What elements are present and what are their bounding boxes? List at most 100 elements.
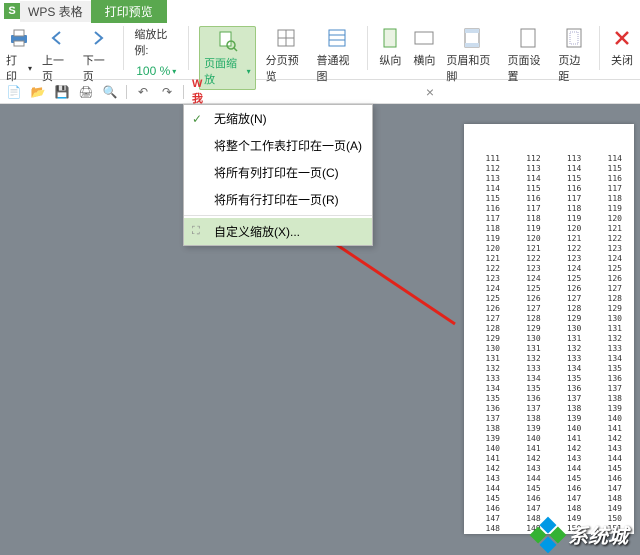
separator [599, 26, 600, 70]
table-row: 145146147148 [476, 494, 622, 504]
separator [184, 215, 372, 216]
check-icon: ✓ [192, 112, 206, 126]
page-zoom-dropdown: ✓ 无缩放(N) 将整个工作表打印在一页(A) 将所有列打印在一页(C) 将所有… [183, 104, 373, 246]
zoom-value[interactable]: 100 %▾ [136, 64, 176, 78]
page-zoom-icon [215, 29, 239, 53]
close-icon [610, 26, 634, 50]
tab-print-preview[interactable]: 打印预览 [91, 0, 167, 23]
separator [367, 26, 368, 70]
print-preview-page: 1111121131141121131141151131141151161141… [464, 124, 634, 534]
table-row: 127128129130 [476, 314, 622, 324]
tab-close-button[interactable]: × [426, 84, 434, 100]
dd-item-fit-sheet[interactable]: 将整个工作表打印在一页(A) [184, 132, 372, 159]
dd-label: 无缩放(N) [214, 110, 267, 127]
app-name: WPS 表格 [20, 1, 91, 22]
table-row: 144145146147 [476, 484, 622, 494]
watermark-logo-icon [528, 515, 568, 555]
table-row: 120121122123 [476, 244, 622, 254]
watermark-text: 系统城 [568, 520, 628, 549]
new-icon[interactable]: 📄 [6, 84, 22, 100]
table-row: 119120121122 [476, 234, 622, 244]
printer-icon [7, 26, 31, 50]
margins-button[interactable]: 页边距 [558, 26, 589, 84]
dd-item-no-zoom[interactable]: ✓ 无缩放(N) [184, 105, 372, 132]
print-label: 打印▾ [6, 52, 32, 84]
table-icon [325, 26, 349, 50]
landscape-icon [412, 26, 436, 50]
watermark: 系统城 [534, 520, 628, 549]
page-break-button[interactable]: 分页预览 [266, 26, 307, 84]
table-row: 112113114115 [476, 164, 622, 174]
table-row: 114115116117 [476, 184, 622, 194]
separator [183, 85, 184, 99]
expand-icon: ⛶ [192, 225, 206, 238]
print-icon[interactable]: 🖨 [78, 84, 94, 100]
normal-view-button[interactable]: 普通视图 [317, 26, 358, 84]
header-footer-icon [460, 26, 484, 50]
page-setup-label: 页面设置 [508, 52, 549, 84]
table-row: 117118119120 [476, 214, 622, 224]
table-row: 141142143144 [476, 454, 622, 464]
header-footer-label: 页眉和页脚 [446, 52, 497, 84]
table-row: 138139140141 [476, 424, 622, 434]
table-row: 146147148149 [476, 504, 622, 514]
table-row: 136137138139 [476, 404, 622, 414]
margins-label: 页边距 [558, 52, 589, 84]
prev-label: 上一页 [42, 52, 73, 84]
zoom-label: 缩放比例: [134, 26, 178, 58]
dd-label: 将所有列打印在一页(C) [214, 164, 339, 181]
next-label: 下一页 [83, 52, 114, 84]
table-row: 132133134135 [476, 364, 622, 374]
table-row: 125126127128 [476, 294, 622, 304]
page-setup-button[interactable]: 页面设置 [508, 26, 549, 84]
table-row: 137138139140 [476, 414, 622, 424]
table-row: 135136137138 [476, 394, 622, 404]
titlebar: S WPS 表格 打印预览 [0, 0, 640, 22]
portrait-button[interactable]: 纵向 [378, 26, 402, 68]
preview-icon[interactable]: 🔍 [102, 84, 118, 100]
redo-icon[interactable]: ↷ [159, 84, 175, 100]
dd-item-custom-zoom[interactable]: ⛶ 自定义缩放(X)... [184, 218, 372, 245]
table-row: 140141142143 [476, 444, 622, 454]
dd-item-fit-rows[interactable]: 将所有行打印在一页(R) [184, 186, 372, 213]
page-break-label: 分页预览 [266, 52, 307, 84]
app-badge: S [4, 3, 20, 19]
dd-item-fit-cols[interactable]: 将所有列打印在一页(C) [184, 159, 372, 186]
close-button[interactable]: 关闭 [610, 26, 634, 68]
table-row: 122123124125 [476, 264, 622, 274]
table-row: 129130131132 [476, 334, 622, 344]
ribbon: 打印▾ 上一页 下一页 缩放比例: 100 %▾ 页面缩放▾ 分页预览 普通视图… [0, 22, 640, 80]
table-row: 124125126127 [476, 284, 622, 294]
table-row: 139140141142 [476, 434, 622, 444]
table-row: 115116117118 [476, 194, 622, 204]
zoom-group: 缩放比例: 100 %▾ [134, 26, 178, 78]
landscape-button[interactable]: 横向 [412, 26, 436, 68]
table-row: 134135136137 [476, 384, 622, 394]
page-setup-icon [516, 26, 540, 50]
wps-logo[interactable]: W 我 [192, 84, 208, 100]
prev-page-button[interactable]: 上一页 [42, 26, 73, 84]
table-row: 143144145146 [476, 474, 622, 484]
open-icon[interactable]: 📂 [30, 84, 46, 100]
dd-label: 将整个工作表打印在一页(A) [214, 137, 362, 154]
table-row: 111112113114 [476, 154, 622, 164]
save-icon[interactable]: 💾 [54, 84, 70, 100]
header-footer-button[interactable]: 页眉和页脚 [446, 26, 497, 84]
table-row: 131132133134 [476, 354, 622, 364]
separator [126, 85, 127, 99]
arrow-left-icon [45, 26, 69, 50]
portrait-label: 纵向 [379, 52, 401, 68]
table-row: 123124125126 [476, 274, 622, 284]
grid-icon [274, 26, 298, 50]
undo-icon[interactable]: ↶ [135, 84, 151, 100]
dd-label: 将所有行打印在一页(R) [214, 191, 339, 208]
next-page-button[interactable]: 下一页 [83, 26, 114, 84]
table-row: 128129130131 [476, 324, 622, 334]
separator [123, 26, 124, 70]
preview-data-table: 1111121131141121131141151131141151161141… [476, 154, 622, 534]
print-button[interactable]: 打印▾ [6, 26, 32, 84]
page-zoom-label: 页面缩放▾ [204, 55, 251, 87]
table-row: 133134135136 [476, 374, 622, 384]
table-row: 121122123124 [476, 254, 622, 264]
workspace: ✓ 无缩放(N) 将整个工作表打印在一页(A) 将所有列打印在一页(C) 将所有… [0, 104, 640, 555]
